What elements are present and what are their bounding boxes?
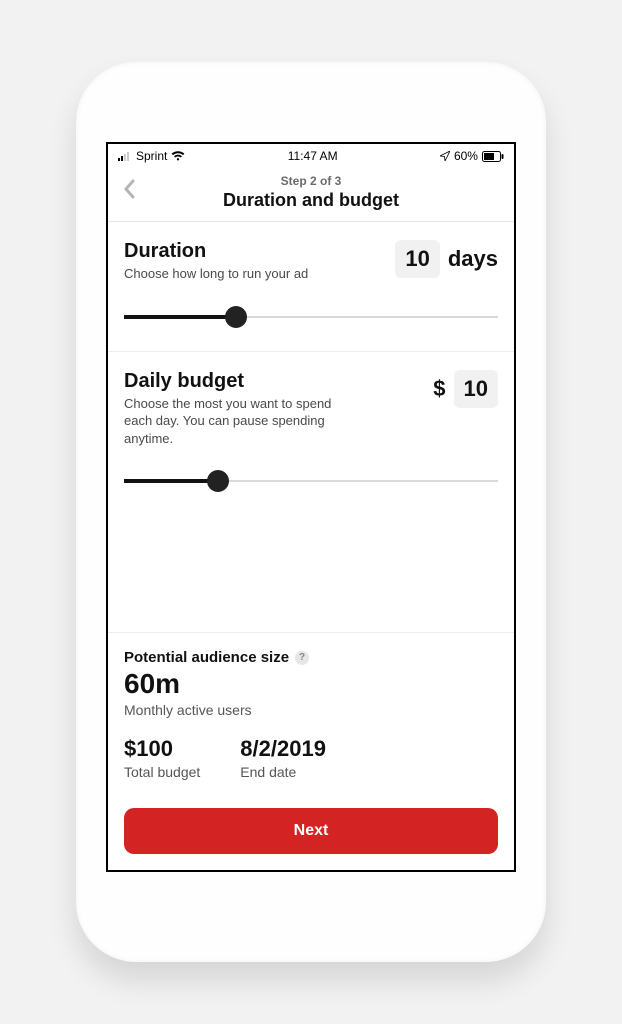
chevron-left-icon bbox=[122, 179, 136, 199]
total-budget: $100 Total budget bbox=[124, 736, 200, 780]
daily-budget-subtitle: Choose the most you want to spend each d… bbox=[124, 395, 344, 448]
daily-budget-value-group: $ 10 bbox=[433, 370, 498, 408]
daily-budget-value-input[interactable]: 10 bbox=[454, 370, 498, 408]
summary-section: Potential audience size ? 60m Monthly ac… bbox=[108, 633, 514, 794]
end-date-value: 8/2/2019 bbox=[240, 736, 326, 762]
wifi-icon bbox=[171, 151, 185, 161]
status-left: Sprint bbox=[118, 149, 185, 163]
help-icon[interactable]: ? bbox=[295, 651, 309, 665]
status-time: 11:47 AM bbox=[288, 149, 338, 163]
duration-section: Duration Choose how long to run your ad … bbox=[108, 222, 514, 352]
status-bar: Sprint 11:47 AM 60% bbox=[108, 144, 514, 168]
carrier-label: Sprint bbox=[136, 149, 167, 163]
total-budget-label: Total budget bbox=[124, 764, 200, 780]
audience-sub: Monthly active users bbox=[124, 702, 498, 718]
step-label: Step 2 of 3 bbox=[118, 174, 504, 188]
header: Step 2 of 3 Duration and budget bbox=[108, 168, 514, 222]
battery-percent: 60% bbox=[454, 149, 478, 163]
slider-fill bbox=[124, 315, 236, 319]
daily-budget-slider[interactable] bbox=[124, 469, 498, 493]
duration-slider[interactable] bbox=[124, 305, 498, 329]
cellular-signal-icon bbox=[118, 151, 132, 161]
duration-title: Duration bbox=[124, 240, 385, 263]
slider-fill bbox=[124, 479, 218, 483]
slider-thumb[interactable] bbox=[207, 470, 229, 492]
spacer bbox=[108, 515, 514, 633]
daily-budget-section: Daily budget Choose the most you want to… bbox=[108, 352, 514, 516]
status-right: 60% bbox=[440, 149, 504, 163]
daily-budget-title: Daily budget bbox=[124, 370, 423, 393]
slider-thumb[interactable] bbox=[225, 306, 247, 328]
battery-icon bbox=[482, 151, 504, 162]
page-title: Duration and budget bbox=[118, 190, 504, 211]
duration-value-input[interactable]: 10 bbox=[395, 240, 439, 278]
audience-value: 60m bbox=[124, 668, 498, 700]
end-date-label: End date bbox=[240, 764, 326, 780]
audience-label: Potential audience size bbox=[124, 649, 289, 666]
location-arrow-icon bbox=[440, 151, 450, 161]
total-budget-value: $100 bbox=[124, 736, 200, 762]
end-date: 8/2/2019 End date bbox=[240, 736, 326, 780]
next-button[interactable]: Next bbox=[124, 808, 498, 854]
screen: Sprint 11:47 AM 60% Step 2 of 3 bbox=[106, 142, 516, 872]
currency-symbol: $ bbox=[433, 376, 445, 402]
phone-frame: Sprint 11:47 AM 60% Step 2 of 3 bbox=[76, 62, 546, 962]
duration-unit: days bbox=[448, 246, 498, 272]
duration-subtitle: Choose how long to run your ad bbox=[124, 265, 344, 283]
duration-value-group: 10 days bbox=[395, 240, 498, 278]
back-button[interactable] bbox=[118, 178, 140, 200]
